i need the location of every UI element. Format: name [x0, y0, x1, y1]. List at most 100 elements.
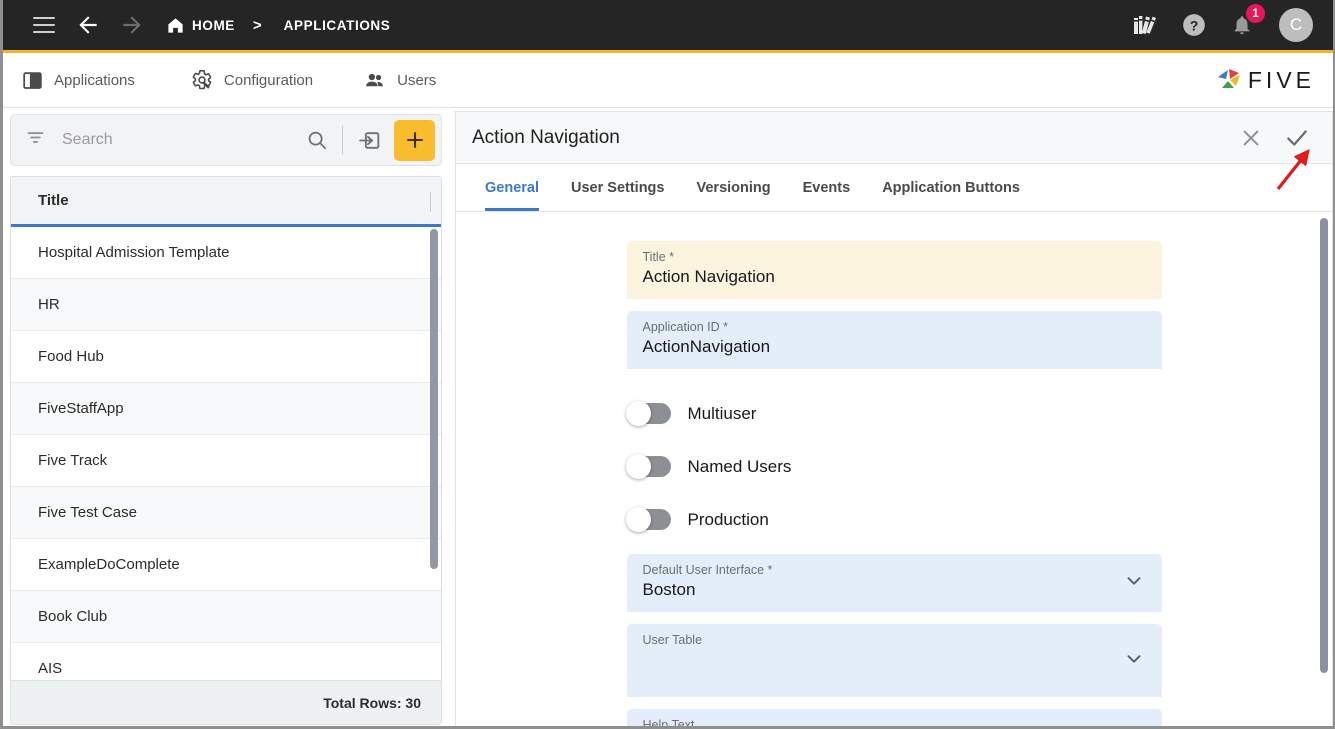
breadcrumb: HOME > APPLICATIONS	[166, 16, 390, 35]
field-value-default-user-interface[interactable]: Boston	[643, 580, 1146, 601]
nav-tab-configuration[interactable]: Configuration	[191, 69, 313, 91]
confirm-save-button[interactable]	[1284, 125, 1310, 151]
configuration-icon	[192, 70, 212, 90]
filter-icon[interactable]	[25, 127, 46, 153]
nav-tab-configuration-label: Configuration	[223, 71, 314, 89]
applications-list-panel: Title Hospital Admission Template HR Food …	[0, 108, 452, 729]
breadcrumb-applications[interactable]: APPLICATIONS	[284, 18, 391, 33]
books-icon	[1134, 16, 1157, 34]
library-button[interactable]	[1131, 10, 1161, 40]
toggle-knob	[625, 401, 651, 426]
table-row[interactable]: AIS	[11, 643, 441, 680]
forward-button[interactable]	[110, 3, 154, 47]
toggle-production[interactable]	[625, 507, 671, 532]
top-bar-right-group: ? 1 C	[1131, 4, 1335, 42]
table-row-title: Book Club	[38, 608, 108, 625]
detail-form-area: Title * Action Navigation Application ID *…	[456, 212, 1332, 729]
toggle-multiuser[interactable]	[625, 401, 671, 426]
svg-text:?: ?	[1190, 17, 1199, 33]
table-row[interactable]: HR	[11, 279, 441, 331]
import-icon[interactable]	[357, 128, 382, 153]
dropdown-default-user-interface-chevron[interactable]	[1123, 570, 1145, 597]
breadcrumb-home[interactable]: HOME	[192, 18, 235, 33]
detail-tabs: General User Settings Versioning Events Appl…	[456, 164, 1332, 212]
notification-badge: 1	[1246, 4, 1265, 23]
toolbar-divider	[342, 126, 343, 154]
search-input[interactable]	[62, 131, 306, 149]
arrow-right-icon	[123, 16, 141, 34]
users-icon	[366, 73, 384, 86]
toggle-row-multiuser: Multiuser	[625, 387, 1162, 440]
check-icon	[1287, 129, 1307, 146]
arrow-left-icon	[79, 16, 97, 34]
tab-general[interactable]: General	[469, 164, 555, 211]
close-button[interactable]	[1240, 127, 1262, 149]
column-header-title[interactable]: Title	[38, 192, 69, 209]
breadcrumb-separator: >	[252, 16, 262, 34]
table-row[interactable]: Five Test Case	[11, 487, 441, 539]
back-button[interactable]	[66, 3, 110, 47]
nav-tab-applications[interactable]: Applications	[22, 70, 135, 91]
field-label-title: Title *	[642, 250, 675, 264]
five-logo-text: FIVE	[1247, 66, 1315, 93]
field-value-title[interactable]: Action Navigation	[643, 267, 1146, 288]
five-logo: FIVE	[1214, 66, 1315, 94]
dropdown-user-table-chevron[interactable]	[1123, 647, 1145, 674]
table-row[interactable]: Book Club	[11, 591, 441, 643]
table-row[interactable]: Food Hub	[11, 331, 441, 383]
table-row-title: Five Test Case	[38, 504, 137, 521]
help-button[interactable]: ?	[1179, 10, 1209, 40]
toggle-row-production: Production	[625, 493, 1162, 546]
tab-application-buttons[interactable]: Application Buttons	[866, 164, 1036, 211]
field-value-user-table[interactable]	[643, 650, 1146, 671]
toggle-label-production: Production	[687, 509, 769, 529]
chevron-down-icon	[1127, 654, 1140, 663]
notifications-button[interactable]: 1	[1227, 4, 1265, 40]
field-default-user-interface[interactable]: Default User Interface * Boston	[626, 554, 1162, 612]
detail-panel-actions	[1240, 125, 1332, 151]
table-row-title: ExampleDoComplete	[38, 556, 180, 573]
field-application-id[interactable]: Application ID * ActionNavigation	[626, 311, 1162, 369]
table-header-row: Title	[11, 177, 441, 227]
toggle-named-users[interactable]	[625, 454, 671, 479]
tab-events[interactable]: Events	[787, 164, 867, 211]
nav-tab-users[interactable]: Users	[363, 70, 436, 91]
top-bar-left-group: HOME > APPLICATIONS	[0, 3, 390, 47]
add-application-button[interactable]	[394, 119, 435, 161]
detail-panel-header: Action Navigation	[456, 112, 1332, 164]
toggle-knob	[625, 507, 651, 532]
user-avatar[interactable]: C	[1279, 8, 1313, 42]
search-icon[interactable]	[306, 129, 328, 151]
field-label-user-table: User Table	[642, 633, 703, 647]
table-row[interactable]: Five Track	[11, 435, 441, 487]
chevron-down-icon	[1127, 577, 1140, 585]
section-tabs-bar: Applications Configuration Users FIVE	[0, 53, 1335, 108]
toggle-knob	[625, 454, 651, 479]
table-row-title: FiveStaffApp	[38, 400, 124, 417]
toggle-label-named-users: Named Users	[687, 456, 792, 476]
table-row[interactable]: FiveStaffApp	[11, 383, 441, 435]
table-row-title: AIS	[38, 660, 63, 677]
field-title[interactable]: Title * Action Navigation	[626, 241, 1162, 299]
field-user-table[interactable]: User Table	[626, 624, 1162, 697]
applications-icon	[23, 71, 42, 89]
top-navigation-bar: HOME > APPLICATIONS ? 1 C	[0, 0, 1335, 53]
hamburger-icon	[33, 17, 55, 33]
detail-vertical-scrollbar[interactable]	[1320, 218, 1328, 673]
application-window: HOME > APPLICATIONS ? 1 C Applications C…	[0, 0, 1335, 729]
toggle-row-named-users: Named Users	[625, 440, 1162, 493]
detail-panel: Action Navigation General User Settings Ve…	[455, 111, 1333, 729]
table-row[interactable]: Hospital Admission Template	[11, 227, 441, 279]
tab-versioning[interactable]: Versioning	[680, 164, 786, 211]
tab-user-settings[interactable]: User Settings	[555, 164, 680, 211]
applications-table: Title Hospital Admission Template HR Food …	[10, 176, 442, 725]
hamburger-menu-button[interactable]	[22, 3, 66, 47]
table-row[interactable]: ExampleDoComplete	[11, 539, 441, 591]
toggle-group: Multiuser Named Users Production	[625, 387, 1162, 546]
field-value-application-id[interactable]: ActionNavigation	[643, 337, 1146, 358]
five-logo-mark-icon	[1217, 69, 1240, 88]
column-resize-handle[interactable]	[430, 192, 431, 212]
help-circle-icon: ?	[1183, 14, 1205, 36]
plus-icon	[406, 132, 423, 148]
list-vertical-scrollbar[interactable]	[430, 229, 438, 569]
